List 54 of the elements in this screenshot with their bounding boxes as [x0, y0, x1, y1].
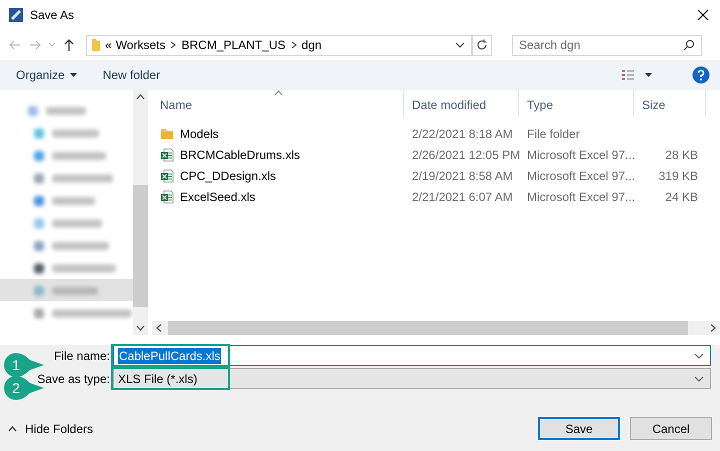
chevron-right-icon [290, 41, 298, 49]
column-header[interactable]: Name [152, 90, 404, 117]
breadcrumb[interactable]: Worksets [116, 38, 166, 52]
type-cell: File folder [527, 126, 580, 140]
date-cell: 2/21/2021 6:07 AM [412, 190, 513, 204]
hide-folders-button[interactable]: Hide Folders [8, 422, 94, 436]
file-type-dropdown[interactable]: XLS File (*.xls) [113, 368, 711, 389]
search-icon[interactable] [683, 38, 695, 50]
spreadsheet-icon [160, 168, 174, 182]
file-name[interactable]: Models [180, 126, 219, 140]
file-name[interactable]: BRCMCableDrums.xls [180, 148, 300, 162]
new-folder-button[interactable]: New folder [102, 68, 160, 82]
chevron-down-icon[interactable] [694, 376, 704, 382]
window-title: Save As [30, 8, 76, 22]
organize-menu[interactable]: Organize [16, 68, 77, 82]
search-field[interactable]: Search dgn [512, 34, 702, 56]
folder-icon [91, 38, 101, 52]
size-cell: 24 KB [665, 190, 698, 204]
file-name[interactable]: ExcelSeed.xls [180, 190, 256, 204]
up-arrow-icon[interactable] [62, 38, 76, 52]
file-name[interactable]: CPC_DDesign.xls [180, 168, 276, 182]
spreadsheet-icon [160, 148, 174, 162]
dialog-button[interactable]: Save [538, 417, 620, 440]
field-label: File name: [54, 348, 110, 362]
date-cell: 2/26/2021 12:05 PM [412, 148, 520, 162]
folder-icon [160, 126, 174, 140]
vertical-scrollbar[interactable] [133, 90, 148, 335]
caret-icon[interactable] [70, 73, 77, 77]
type-cell: Microsoft Excel 97... [527, 190, 636, 204]
dialog-button[interactable]: Cancel [630, 417, 712, 440]
spreadsheet-icon [160, 190, 174, 204]
view-options-icon[interactable] [622, 69, 652, 81]
app-icon [8, 7, 24, 23]
type-cell: Microsoft Excel 97... [527, 168, 636, 182]
size-cell: 28 KB [665, 148, 698, 162]
type-cell: Microsoft Excel 97... [527, 148, 636, 162]
chevron-down-icon[interactable] [455, 42, 465, 48]
address-bar[interactable]: « Worksets BRCM_PLANT_US dgn [86, 34, 472, 56]
chevron-up-icon[interactable] [8, 426, 17, 432]
column-header[interactable]: Date modified [404, 90, 519, 117]
column-header[interactable]: Type [519, 90, 634, 117]
column-header[interactable]: Size [634, 90, 706, 117]
help-icon[interactable] [692, 66, 710, 84]
breadcrumb[interactable]: BRCM_PLANT_US [181, 38, 286, 52]
file-name-field[interactable]: CablePullCards.xls [113, 345, 711, 366]
overflow-chevrons[interactable]: « [105, 38, 112, 52]
date-cell: 2/22/2021 8:18 AM [412, 126, 513, 140]
chevron-right-icon [169, 41, 178, 49]
chevron-down-icon[interactable] [694, 352, 704, 358]
refresh-icon[interactable] [476, 39, 488, 51]
breadcrumb[interactable]: dgn [302, 38, 322, 52]
date-cell: 2/19/2021 8:58 AM [412, 168, 513, 182]
size-cell: 319 KB [658, 168, 698, 182]
horizontal-scrollbar[interactable] [152, 321, 720, 335]
